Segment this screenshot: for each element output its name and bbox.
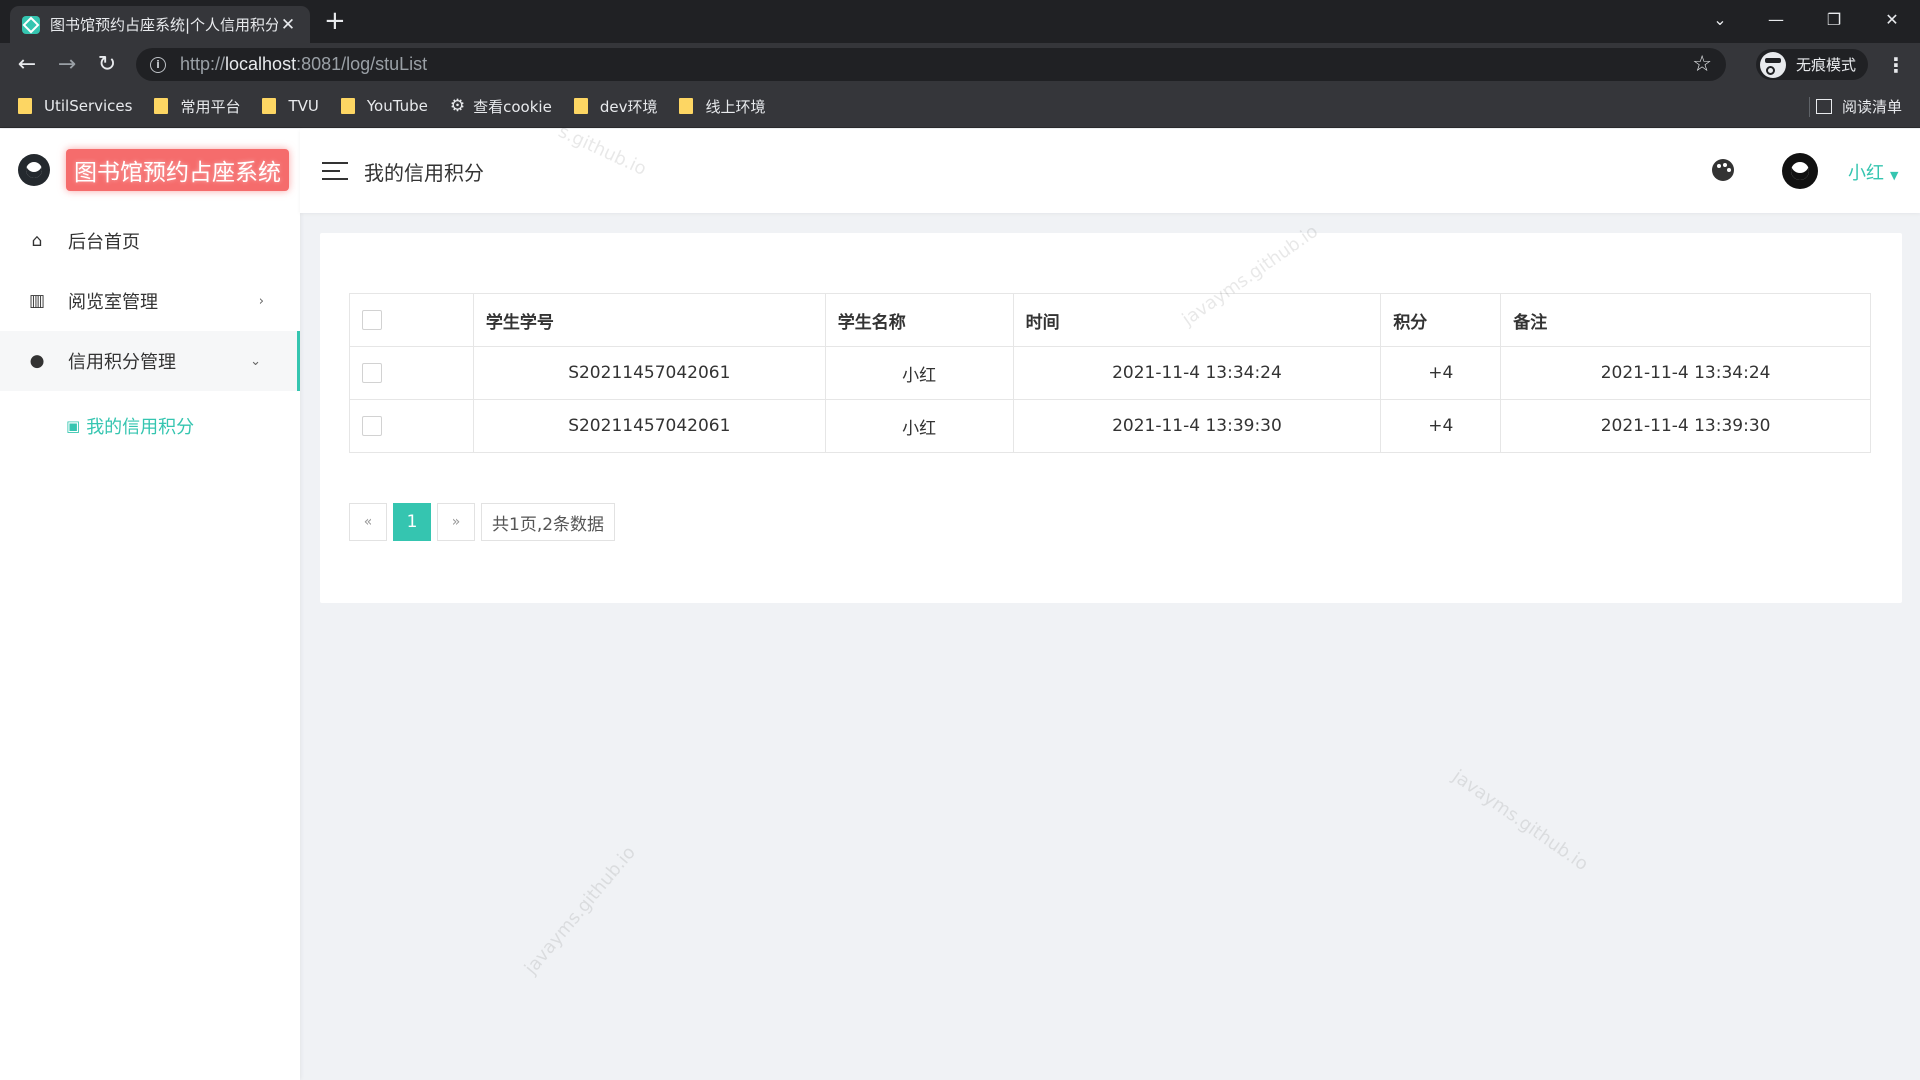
student-id-cell: S20211457042061 bbox=[472, 346, 826, 400]
credit-table: 学生学号 学生名称 时间 积分 备注 S20211457042061 小红 20… bbox=[349, 293, 1871, 453]
prev-page-button[interactable]: « bbox=[349, 503, 387, 541]
sidebar-item-label: 后台首页 bbox=[68, 232, 140, 253]
reading-list-button[interactable]: 阅读清单 bbox=[1815, 85, 1902, 128]
sidebar-item-credit[interactable]: ● 信用积分管理 ⌄ bbox=[0, 331, 300, 391]
select-all-cell bbox=[349, 293, 474, 347]
select-all-checkbox[interactable] bbox=[362, 310, 382, 330]
incognito-icon bbox=[1760, 51, 1786, 78]
row-checkbox[interactable] bbox=[362, 416, 382, 436]
bookmarks-divider bbox=[1809, 97, 1810, 117]
forward-icon[interactable]: → bbox=[51, 48, 83, 80]
column-header[interactable]: 时间 bbox=[1012, 293, 1382, 347]
favicon-icon bbox=[22, 15, 40, 34]
user-icon: ● bbox=[29, 351, 45, 371]
restore-button[interactable]: ❐ bbox=[1806, 0, 1862, 38]
points-cell: +4 bbox=[1380, 346, 1502, 400]
back-icon[interactable]: ← bbox=[11, 48, 43, 80]
pagination-info: 共1页,2条数据 bbox=[481, 503, 616, 541]
content-card: 学生学号 学生名称 时间 积分 备注 S20211457042061 小红 20… bbox=[320, 233, 1902, 603]
tab-search-icon[interactable]: ⌄ bbox=[1692, 0, 1748, 38]
folder-icon bbox=[154, 98, 169, 114]
github-icon[interactable] bbox=[1782, 153, 1818, 189]
incognito-badge[interactable]: 无痕模式 bbox=[1756, 49, 1869, 80]
sidebar: 图书馆预约占座系统 ⌂ 后台首页 ▥ 阅览室管理 › ● 信用积分管理 ⌄ ▣ … bbox=[0, 129, 300, 1080]
sidebar-item-label: 信用积分管理 bbox=[68, 352, 176, 373]
points-cell: +4 bbox=[1380, 399, 1502, 453]
sidebar-subitem-my-credit[interactable]: ▣ 我的信用积分 bbox=[0, 391, 300, 461]
table-header-row: 学生学号 学生名称 时间 积分 备注 bbox=[349, 293, 1871, 347]
row-select-cell bbox=[349, 346, 474, 400]
table-row[interactable]: S20211457042061 小红 2021-11-4 13:39:30 +4… bbox=[349, 399, 1871, 453]
caret-down-icon: ▼ bbox=[1890, 169, 1899, 182]
bookmark-cookie[interactable]: ⚙ 查看cookie bbox=[450, 96, 552, 117]
close-window-button[interactable]: ✕ bbox=[1864, 0, 1920, 38]
browser-toolbar: ← → ↻ i http://localhost:8081/log/stuLis… bbox=[0, 43, 1920, 85]
menu-toggle-icon[interactable] bbox=[322, 162, 348, 180]
folder-icon bbox=[573, 98, 588, 114]
watermark: javayms.github.io bbox=[520, 842, 640, 979]
folder-icon bbox=[340, 98, 355, 114]
student-id-cell: S20211457042061 bbox=[472, 399, 826, 453]
bookmark-dev[interactable]: dev环境 bbox=[573, 96, 657, 117]
sidebar-item-home[interactable]: ⌂ 后台首页 bbox=[0, 211, 300, 271]
github-icon[interactable] bbox=[18, 154, 50, 186]
column-header[interactable]: 积分 bbox=[1380, 293, 1502, 347]
column-header[interactable]: 学生学号 bbox=[472, 293, 826, 347]
folder-icon bbox=[262, 98, 277, 114]
chevron-right-icon: › bbox=[258, 293, 264, 309]
next-page-button[interactable]: » bbox=[437, 503, 475, 541]
sidebar-item-reading-room[interactable]: ▥ 阅览室管理 › bbox=[0, 271, 300, 331]
sidebar-item-label: 阅览室管理 bbox=[68, 292, 158, 313]
tab-close-icon[interactable]: ✕ bbox=[278, 15, 298, 35]
page-1-button[interactable]: 1 bbox=[393, 503, 431, 541]
browser-menu-icon[interactable]: ⋮ bbox=[1886, 53, 1906, 77]
reading-list-icon bbox=[1815, 99, 1832, 114]
watermark: javayms.github.io bbox=[1448, 765, 1592, 876]
column-header[interactable]: 学生名称 bbox=[824, 293, 1014, 347]
page-title: 我的信用积分 bbox=[364, 160, 484, 185]
address-bar[interactable]: i http://localhost:8081/log/stuList ☆ bbox=[136, 48, 1726, 81]
table-row[interactable]: S20211457042061 小红 2021-11-4 13:34:24 +4… bbox=[349, 346, 1871, 400]
bookmark-star-icon[interactable]: ☆ bbox=[1692, 52, 1712, 77]
palette-icon[interactable] bbox=[1712, 159, 1734, 181]
incognito-label: 无痕模式 bbox=[1796, 56, 1857, 74]
brand-title: 图书馆预约占座系统 bbox=[66, 149, 289, 191]
minimize-button[interactable]: — bbox=[1748, 0, 1804, 38]
gear-icon: ⚙ bbox=[449, 96, 466, 116]
bookmark-youtube[interactable]: YouTube bbox=[340, 97, 428, 115]
time-cell: 2021-11-4 13:34:24 bbox=[1012, 346, 1382, 400]
time-cell: 2021-11-4 13:39:30 bbox=[1012, 399, 1382, 453]
bookmark-utilservices[interactable]: UtilServices bbox=[18, 97, 132, 115]
student-name-cell: 小红 bbox=[824, 346, 1014, 400]
bookmark-platform[interactable]: 常用平台 bbox=[154, 96, 240, 117]
bookmarks-bar: UtilServices 常用平台 TVU YouTube ⚙ 查看cookie … bbox=[0, 85, 1920, 128]
android-icon: ▣ bbox=[66, 417, 81, 435]
reload-icon[interactable]: ↻ bbox=[91, 48, 123, 80]
new-tab-button[interactable]: + bbox=[324, 6, 346, 36]
row-checkbox[interactable] bbox=[362, 363, 382, 383]
remark-cell: 2021-11-4 13:34:24 bbox=[1500, 346, 1871, 400]
browser-tab[interactable]: 图书馆预约占座系统|个人信用积分 ✕ bbox=[10, 6, 310, 43]
app-header: 我的信用积分 小红 ▼ bbox=[300, 129, 1920, 213]
column-header[interactable]: 备注 bbox=[1500, 293, 1871, 347]
remark-cell: 2021-11-4 13:39:30 bbox=[1500, 399, 1871, 453]
folder-icon bbox=[679, 98, 694, 114]
url-text: http://localhost:8081/log/stuList bbox=[180, 54, 428, 74]
bookmark-tvu[interactable]: TVU bbox=[262, 97, 319, 115]
browser-tab-bar: 图书馆预约占座系统|个人信用积分 ✕ + ⌄ — ❐ ✕ bbox=[0, 0, 1920, 43]
tab-title: 图书馆预约占座系统|个人信用积分 bbox=[50, 16, 278, 34]
logo-row: 图书馆预约占座系统 bbox=[0, 129, 300, 211]
user-menu[interactable]: 小红 ▼ bbox=[1848, 159, 1898, 185]
row-select-cell bbox=[349, 399, 474, 453]
folder-icon bbox=[18, 98, 32, 114]
site-info-icon[interactable]: i bbox=[150, 56, 166, 73]
pagination: « 1 » 共1页,2条数据 bbox=[349, 503, 621, 541]
student-name-cell: 小红 bbox=[824, 399, 1014, 453]
chevron-down-icon: ⌄ bbox=[250, 353, 261, 369]
book-icon: ▥ bbox=[28, 291, 46, 311]
sidebar-subitem-label: 我的信用积分 bbox=[86, 417, 195, 438]
home-icon: ⌂ bbox=[31, 231, 43, 251]
bookmark-prod[interactable]: 线上环境 bbox=[679, 96, 765, 117]
